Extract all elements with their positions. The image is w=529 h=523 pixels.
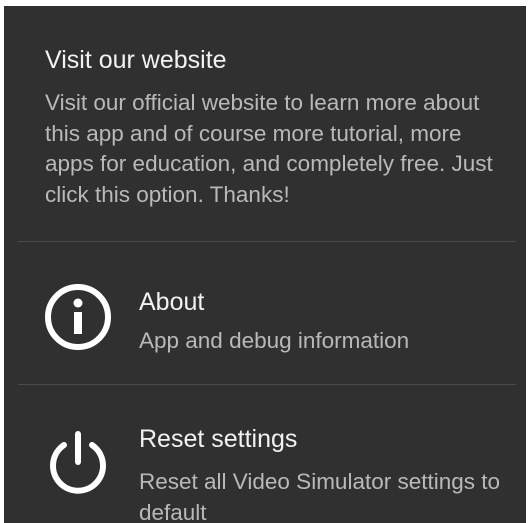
visit-website-summary: Visit our official website to learn more… bbox=[45, 90, 493, 207]
settings-screen: Visit our website Visit our official web… bbox=[4, 6, 526, 523]
about-item[interactable]: About App and debug information bbox=[4, 242, 526, 384]
power-icon bbox=[43, 428, 113, 498]
reset-settings-summary: Reset all Video Simulator settings to de… bbox=[139, 469, 501, 523]
info-icon bbox=[43, 282, 113, 352]
about-summary: App and debug information bbox=[139, 328, 410, 353]
reset-settings-title: Reset settings bbox=[139, 425, 298, 453]
visit-website-item[interactable]: Visit our website Visit our official web… bbox=[4, 6, 526, 241]
about-title: About bbox=[139, 288, 205, 316]
visit-website-title: Visit our website bbox=[45, 46, 227, 74]
reset-settings-item[interactable]: Reset settings Reset all Video Simulator… bbox=[4, 385, 526, 523]
